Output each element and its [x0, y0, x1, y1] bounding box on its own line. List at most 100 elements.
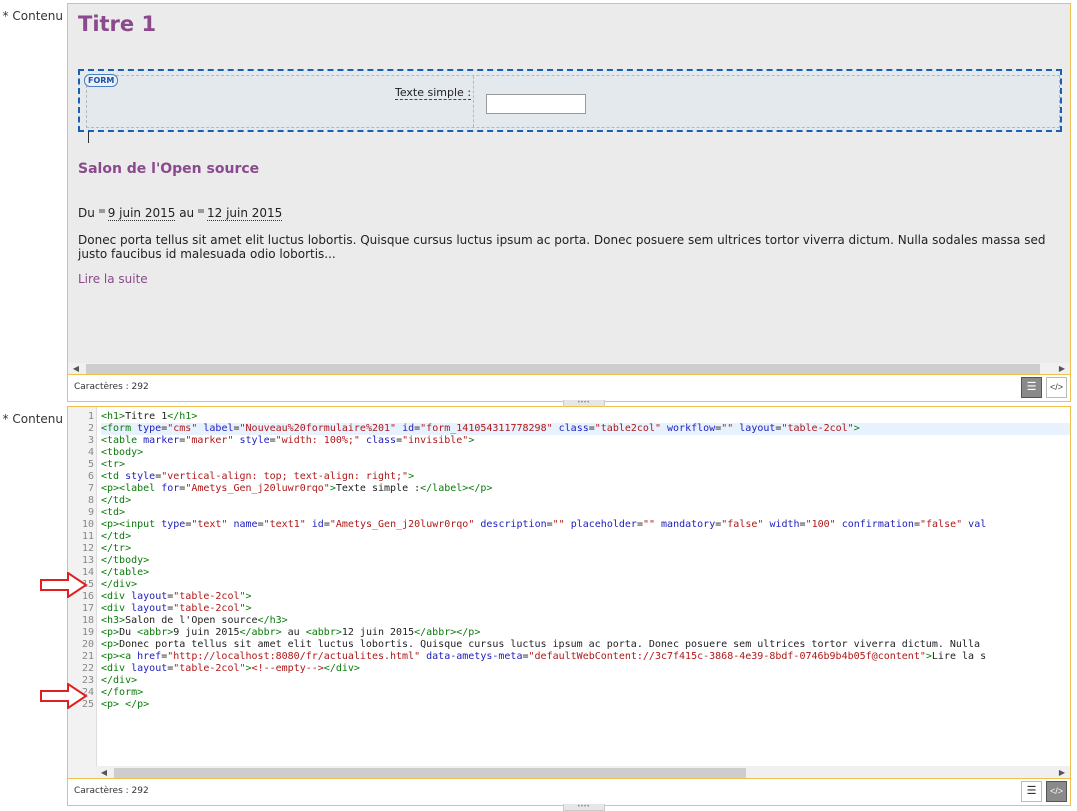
wysiwyg-content-area[interactable]: Titre 1 Texte simple : FORM Salon de l'O…	[68, 4, 1070, 363]
code-area[interactable]: 1 <h1>Titre 1</h1> 2 <form type="cms" label…	[68, 407, 1070, 780]
code-text: <p><a href="http://localhost:8080/fr/act…	[101, 651, 1070, 663]
code-token: description	[474, 519, 547, 530]
code-token: layout	[131, 591, 168, 602]
code-token: <form	[101, 423, 138, 434]
code-line[interactable]: 14 </table>	[68, 567, 1070, 579]
code-line[interactable]: 17 <div layout="table-2col">	[68, 603, 1070, 615]
code-text: <form type="cms" label="Nouveau%20formul…	[101, 423, 1070, 435]
wysiwyg-mode-button[interactable]: ☰	[1021, 781, 1042, 802]
annotation-arrow-icon	[40, 572, 88, 598]
code-line[interactable]: 21 <p><a href="http://localhost:8080/fr/a…	[68, 651, 1070, 663]
field-label: * Contenu	[2, 9, 63, 23]
code-line[interactable]: 2 <form type="cms" label="Nouveau%20formu…	[68, 423, 1070, 435]
form-field-label: Texte simple :	[395, 86, 472, 100]
source-mode-button[interactable]: </>	[1046, 781, 1067, 802]
code-text: <p>Du <abbr>9 juin 2015</abbr> au <abbr>…	[101, 627, 1070, 639]
code-line[interactable]: 11 </td>	[68, 531, 1070, 543]
code-token: 12 juin 2015	[341, 627, 415, 638]
code-line[interactable]: 23 </div>	[68, 675, 1070, 687]
code-token: val	[962, 519, 987, 530]
code-token: "cms"	[167, 423, 198, 434]
text-input-field[interactable]	[486, 94, 586, 114]
code-token: Texte simple :	[335, 483, 421, 494]
code-text: <table marker="marker" style="width: 100…	[101, 435, 1070, 447]
code-line[interactable]: 10 <p><input type="text" name="text1" id=…	[68, 519, 1070, 531]
code-line[interactable]: 9 <td>	[68, 507, 1070, 519]
code-line[interactable]: 7 <p><label for="Ametys_Gen_j20luwr0rqo">…	[68, 483, 1070, 495]
code-line[interactable]: 24 </form>	[68, 687, 1070, 699]
line-number: 13	[81, 555, 94, 566]
code-token: </tbody>	[101, 555, 150, 566]
code-token: <p><input	[101, 519, 162, 530]
code-token: <p>	[101, 639, 120, 650]
code-token: <td	[101, 471, 126, 482]
date-end: 12 juin 2015	[207, 206, 283, 221]
code-token: ""	[552, 519, 565, 530]
code-line[interactable]: 22 <div layout="table-2col"><!--empty--><…	[68, 663, 1070, 675]
code-line[interactable]: 3 <table marker="marker" style="width: 10…	[68, 435, 1070, 447]
code-token: "text"	[191, 519, 228, 530]
code-lines[interactable]: 1 <h1>Titre 1</h1> 2 <form type="cms" label…	[68, 411, 1070, 711]
character-count: Caractères : 292	[74, 786, 149, 796]
code-token: "table-2col"	[173, 603, 246, 614]
read-more-link[interactable]: Lire la suite	[78, 272, 148, 286]
code-line[interactable]: 12 </tr>	[68, 543, 1070, 555]
code-line[interactable]: 20 <p>Donec porta tellus sit amet elit lu…	[68, 639, 1070, 651]
code-token: layout	[131, 603, 168, 614]
code-line[interactable]: 18 <h3>Salon de l'Open source</h3>	[68, 615, 1070, 627]
form-block[interactable]: Texte simple : FORM	[78, 69, 1062, 143]
wysiwyg-editor[interactable]: Titre 1 Texte simple : FORM Salon de l'O…	[67, 3, 1071, 407]
code-line[interactable]: 5 <tr>	[68, 459, 1070, 471]
code-text: <p>Donec porta tellus sit amet elit luct…	[101, 639, 1070, 651]
event-dates: Du 9 juin 2015 au 12 juin 2015	[78, 206, 283, 221]
code-token: </form>	[101, 687, 144, 698]
line-number: 8	[87, 495, 94, 506]
scrollbar-thumb[interactable]	[86, 364, 1040, 374]
code-line[interactable]: 8 </td>	[68, 495, 1070, 507]
code-token: Titre 1	[125, 411, 168, 422]
resize-grip[interactable]: ••••	[563, 804, 605, 811]
code-text: </table>	[101, 567, 1070, 579]
status-bar: Caractères : 292 ☰ </>	[68, 374, 1070, 401]
form-table: Texte simple :	[86, 75, 1060, 128]
code-text: </tr>	[101, 543, 1070, 555]
code-line[interactable]: 15 </div>	[68, 579, 1070, 591]
dates-prefix: Du	[78, 206, 95, 220]
form-tag-icon[interactable]: FORM	[84, 74, 119, 87]
code-token: "Ametys_Gen_j20luwr0rqo"	[329, 519, 475, 530]
dates-mid: au	[179, 206, 195, 220]
code-token: <p>	[101, 627, 120, 638]
code-line[interactable]: 25 <p> </p>	[68, 699, 1070, 711]
code-text: <p> </p>	[101, 699, 1070, 711]
code-line[interactable]: 16 <div layout="table-2col">	[68, 591, 1070, 603]
code-text: </td>	[101, 531, 1070, 543]
code-text: <tbody>	[101, 447, 1070, 459]
code-token: id	[396, 423, 415, 434]
line-number: 12	[81, 543, 94, 554]
code-token: "vertical-align: top; text-align: right;…	[161, 471, 409, 482]
code-token: "table-2col"	[173, 663, 246, 674]
code-line[interactable]: 13 </tbody>	[68, 555, 1070, 567]
code-line[interactable]: 4 <tbody>	[68, 447, 1070, 459]
code-token: <p><a	[101, 651, 138, 662]
code-token: "defaultWebContent://3c7f415c-3868-4e39-…	[528, 651, 926, 662]
status-bar: Caractères : 292 ☰ </>	[68, 778, 1070, 805]
code-token: <p><label	[101, 483, 162, 494]
code-line[interactable]: 6 <td style="vertical-align: top; text-al…	[68, 471, 1070, 483]
source-mode-button[interactable]: </>	[1046, 377, 1067, 398]
code-token: <h3>	[101, 615, 126, 626]
line-number: 7	[87, 483, 94, 494]
code-token: id	[305, 519, 324, 530]
scrollbar-thumb[interactable]	[114, 768, 746, 778]
code-line[interactable]: 19 <p>Du <abbr>9 juin 2015</abbr> au <abb…	[68, 627, 1070, 639]
source-editor[interactable]: 1 <h1>Titre 1</h1> 2 <form type="cms" label…	[67, 406, 1071, 811]
code-line[interactable]: 1 <h1>Titre 1</h1>	[68, 411, 1070, 423]
code-token: layout	[131, 663, 168, 674]
code-token: "100"	[805, 519, 836, 530]
code-text: <td style="vertical-align: top; text-ali…	[101, 471, 1070, 483]
code-token: <tbody>	[101, 447, 144, 458]
code-text: </td>	[101, 495, 1070, 507]
calendar-icon	[98, 209, 105, 213]
wysiwyg-mode-button[interactable]: ☰	[1021, 377, 1042, 398]
code-token: <!--empty-->	[251, 663, 324, 674]
